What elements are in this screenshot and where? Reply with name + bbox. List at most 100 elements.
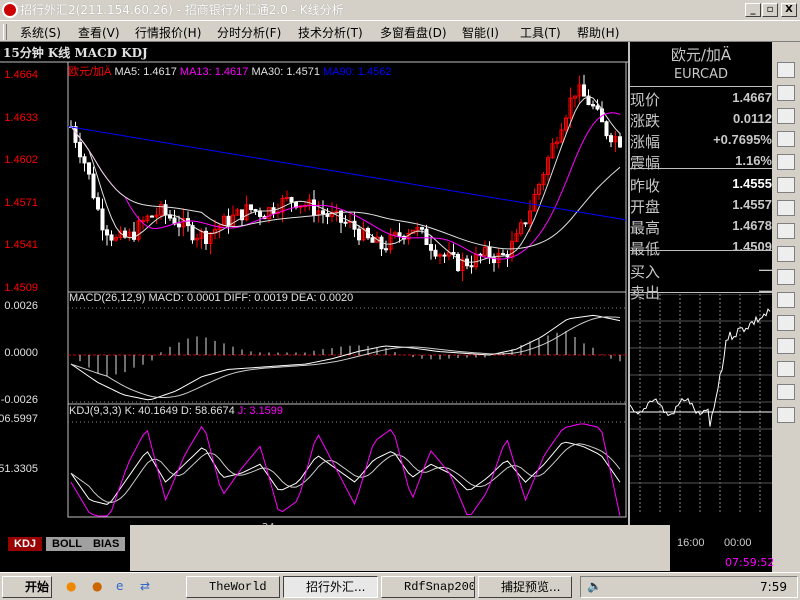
kdj-j-line — [70, 423, 621, 517]
warn-icon[interactable] — [777, 407, 795, 423]
menu-smart[interactable]: 智能(I) — [462, 24, 499, 41]
task-label: 招行外汇... — [306, 580, 366, 594]
firefox-icon[interactable]: ● — [66, 579, 76, 593]
candle-body — [343, 221, 348, 224]
quote-panel: 欧元/加Ä EURCAD 现价 1.4667 涨跌 0.0112 涨幅 +0.7695% 震… — [628, 42, 772, 536]
candle-body — [591, 104, 595, 107]
time-label-0000: 00:00 — [724, 537, 752, 549]
menu-system[interactable]: 系统(S) — [20, 24, 61, 41]
line-icon[interactable] — [777, 200, 795, 216]
candle-body — [285, 197, 289, 200]
stats-icon[interactable] — [777, 292, 795, 308]
candle-body — [487, 246, 492, 259]
macd-tick-label: 0.0026 — [4, 300, 38, 312]
quote-value: 1.4509 — [732, 239, 772, 254]
overlay-icon[interactable] — [777, 269, 795, 285]
candle-body — [397, 232, 402, 237]
quote-value: 0.0112 — [732, 111, 772, 126]
task-rdfsnap[interactable]: RdfSnap2005 — [381, 576, 475, 598]
candle-body — [429, 244, 433, 251]
tab-boll[interactable]: BOLL — [46, 537, 88, 551]
quote-value: 1.4667 — [732, 90, 772, 105]
candle-body — [190, 225, 195, 241]
menu-help[interactable]: 帮助(H) — [577, 24, 619, 41]
intraday-minichart[interactable] — [630, 294, 772, 514]
close-button[interactable]: X — [781, 3, 797, 17]
quote-key: 现价 — [630, 91, 661, 109]
minimize-button[interactable]: _ — [745, 3, 761, 17]
candle-body — [96, 197, 100, 210]
price-tick-label: 1.4571 — [4, 196, 38, 209]
symbol-label: 欧元/加Ä — [68, 66, 112, 78]
candle-body — [523, 222, 528, 225]
tab-kdj[interactable]: KDJ — [8, 537, 43, 551]
task-capture-preview[interactable]: 捕捉预览... — [478, 576, 572, 598]
swap-icon[interactable] — [777, 315, 795, 331]
down-icon[interactable] — [777, 361, 795, 377]
bracket-icon[interactable] — [777, 85, 795, 101]
candle-body — [163, 204, 168, 216]
candle-body — [109, 234, 114, 241]
start-button[interactable]: 开始 — [2, 576, 52, 598]
candle-body — [618, 136, 622, 148]
quote-value: 1.4555 — [732, 176, 772, 191]
price-tick-label: 1.4509 — [4, 282, 38, 294]
kline-chart[interactable] — [0, 42, 628, 536]
price-legend: 欧元/加Ä MA5: 1.4617 MA13: 1.4617 MA30: 1.4… — [68, 63, 392, 79]
menu-multiwindow[interactable]: 多窗看盘(D) — [380, 24, 447, 41]
task-theworld[interactable]: TheWorld — [186, 576, 280, 598]
quote-row: 涨跌 0.0112 — [630, 109, 774, 130]
candle-body — [253, 209, 258, 212]
menu-grip — [3, 24, 7, 40]
link-icon[interactable] — [777, 62, 795, 78]
report-icon[interactable] — [777, 131, 795, 147]
quote-row: 开盘 1.4557 — [630, 195, 774, 216]
system-tray: 🔈 7:59 — [580, 576, 798, 598]
quote-row: 买入 — — [630, 260, 774, 281]
kline-icon[interactable] — [777, 246, 795, 262]
f8-icon[interactable] — [777, 338, 795, 354]
macd-diff-line — [70, 314, 621, 401]
pen-icon[interactable] — [777, 384, 795, 400]
candle-body — [87, 162, 91, 175]
quote-value: +0.7695% — [713, 132, 772, 147]
quote-key: 最高 — [630, 219, 661, 237]
side-toolbar — [772, 42, 800, 536]
candle-body — [312, 199, 316, 216]
menu-technical[interactable]: 技术分析(T) — [298, 24, 363, 41]
ie-icon[interactable]: e — [116, 579, 123, 593]
task-label: 捕捉预览... — [501, 580, 561, 594]
task-label: TheWorld — [209, 580, 267, 594]
price-tick-label: 1.4664 — [4, 69, 38, 81]
overlay-panel — [130, 525, 670, 571]
ma90-label: MA90: 1.4562 — [323, 66, 392, 78]
task-zhaohang[interactable]: 招行外汇... — [283, 576, 378, 598]
sheet-icon[interactable] — [777, 154, 795, 170]
app-logo-icon — [2, 2, 18, 18]
menu-bar: 系统(S) 查看(V) 行情报价(H) 分时分析(F) 技术分析(T) 多窗看盘… — [0, 20, 800, 42]
back-icon[interactable] — [777, 108, 795, 124]
candle-body — [91, 173, 96, 199]
menu-view[interactable]: 查看(V) — [78, 24, 120, 41]
candle-body — [420, 227, 424, 230]
price-tick-label: 1.4633 — [4, 111, 38, 124]
candle-body — [501, 253, 505, 256]
maximize-button[interactable]: ▫ — [762, 3, 778, 17]
quote-value: 1.16% — [735, 153, 772, 168]
menu-timeshare[interactable]: 分时分析(F) — [217, 24, 281, 41]
menu-tools[interactable]: 工具(T) — [520, 24, 561, 41]
quote-key: 涨幅 — [630, 133, 661, 151]
tab-bias[interactable]: BIAS — [87, 537, 126, 551]
candle-body — [177, 223, 181, 228]
kdj-kd-label: KDJ(9,3,3) K: 40.1649 D: 58.6674 — [69, 405, 235, 417]
sync-icon[interactable]: ⇄ — [140, 579, 150, 593]
media-player-icon[interactable]: ● — [92, 579, 102, 593]
volume-icon[interactable]: 🔈 — [587, 579, 602, 593]
candle-body — [456, 253, 460, 271]
window-icon[interactable] — [777, 223, 795, 239]
price-tick-label: 1.4541 — [4, 239, 38, 252]
taskbar: 开始 ● ● e ⇄ TheWorld 招行外汇... RdfSnap2005 … — [0, 572, 800, 600]
table-icon[interactable] — [777, 177, 795, 193]
quote-row: 昨收 1.4555 — [630, 174, 774, 195]
menu-quotes[interactable]: 行情报价(H) — [135, 24, 201, 41]
